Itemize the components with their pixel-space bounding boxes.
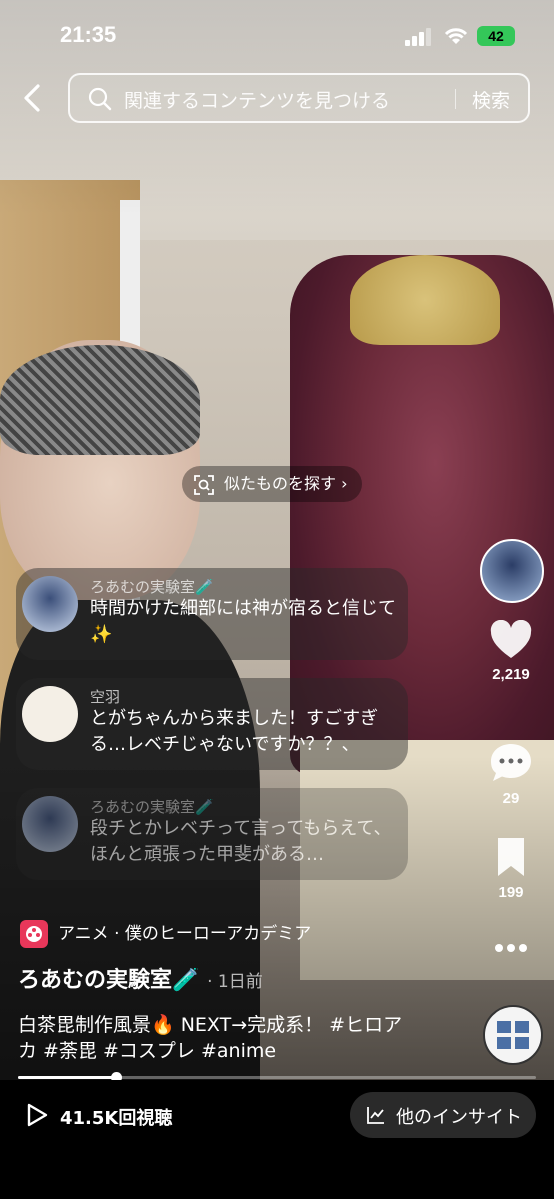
avatar[interactable] <box>22 576 78 632</box>
bottom-bar: 41.5K回視聴 他のインサイト <box>0 1080 554 1199</box>
status-bar: 21:35 42 <box>0 0 554 70</box>
comment-count: 29 <box>502 790 520 807</box>
video-description[interactable]: 白茶毘制作風景🔥 NEXT→完成系！ #ヒロアカ #荼毘 #コスプレ #anim… <box>18 1012 418 1064</box>
bookmark-icon <box>498 838 524 876</box>
author-line[interactable]: ろあむの実験室🧪 · 1日前 <box>18 962 263 994</box>
search-button[interactable]: 検索 <box>472 86 510 113</box>
progress-bar[interactable] <box>18 1072 536 1083</box>
avatar[interactable] <box>22 796 78 852</box>
film-reel-icon <box>20 920 48 948</box>
like-count: 2,219 <box>492 666 530 683</box>
save-count: 199 <box>498 884 524 901</box>
sound-thumbnail[interactable] <box>483 1005 543 1065</box>
comment-item[interactable]: 空羽 とがちゃんから来ました！すごすぎる…レベチじゃないですか？？、 <box>16 678 408 770</box>
heart-icon <box>490 619 532 658</box>
chart-icon <box>367 1107 384 1124</box>
comment-item[interactable]: ろあむの実験室🧪 段チとかレベチって言ってもらえて、ほんと頑張った甲斐がある… <box>16 788 408 880</box>
search-input[interactable]: 関連するコンテンツを見つける <box>124 86 390 113</box>
comment-user: ろあむの実験室🧪 <box>90 578 214 596</box>
battery-indicator: 42 <box>477 26 515 46</box>
like-button[interactable]: 2,219 <box>478 619 544 683</box>
view-count: 41.5K回視聴 <box>60 1108 173 1129</box>
back-icon[interactable] <box>18 82 46 114</box>
comment-user: 空羽 <box>90 688 121 706</box>
play-icon <box>27 1103 48 1127</box>
avatar[interactable] <box>22 686 78 742</box>
insight-button[interactable]: 他のインサイト <box>350 1092 536 1138</box>
status-time: 21:35 <box>60 22 117 47</box>
comment-bubble-icon <box>491 744 531 781</box>
find-similar-button[interactable]: 似たものを探す › <box>182 466 362 502</box>
search-divider <box>455 89 456 109</box>
visual-search-icon <box>194 475 214 495</box>
comment-item[interactable]: ろあむの実験室🧪 時間かけた細部には神が宿ると信じて✨ <box>16 568 408 660</box>
search-bar[interactable]: 関連するコンテンツを見つける 検索 <box>68 73 530 123</box>
comment-text: 段チとかレベチって言ってもらえて、ほんと頑張った甲斐がある… <box>90 818 392 865</box>
post-time: · 1日前 <box>207 972 263 992</box>
category-label: アニメ · 僕のヒーローアカデミア <box>58 924 312 944</box>
signal-icon <box>405 28 433 46</box>
insight-label: 他のインサイト <box>396 1107 522 1128</box>
progress-fill <box>18 1076 116 1079</box>
author-name[interactable]: ろあむの実験室🧪 <box>18 968 199 993</box>
search-icon <box>88 87 112 111</box>
comment-text: 時間かけた細部には神が宿ると信じて✨ <box>90 598 396 645</box>
wifi-icon <box>444 28 468 44</box>
more-button[interactable] <box>478 938 544 962</box>
more-icon <box>495 944 527 952</box>
chevron-right-icon: › <box>341 474 348 493</box>
save-button[interactable]: 199 <box>478 836 544 901</box>
comment-button[interactable]: 29 <box>478 742 544 807</box>
creator-avatar[interactable] <box>480 539 544 603</box>
find-similar-label: 似たものを探す <box>224 474 337 493</box>
comment-text: とがちゃんから来ました！すごすぎる…レベチじゃないですか？？、 <box>90 708 379 755</box>
comment-user: ろあむの実験室🧪 <box>90 798 214 816</box>
